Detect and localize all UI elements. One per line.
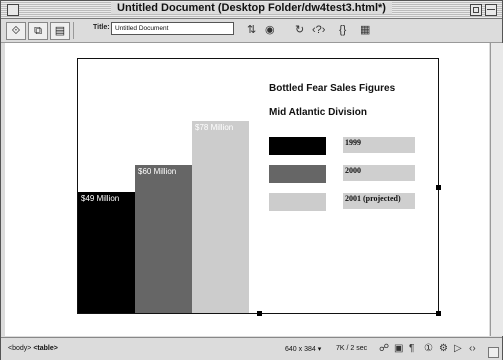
chart-table[interactable]: Bottled Fear Sales Figures Mid Atlantic … bbox=[77, 58, 441, 316]
title-bar[interactable]: Untitled Document (Desktop Folder/dw4tes… bbox=[1, 1, 502, 19]
table-resize-handle[interactable] bbox=[257, 311, 262, 316]
show-design-view-icon[interactable]: ▤ bbox=[50, 22, 70, 40]
document-toolbar: ⟐ ⧉ ▤ Title: ⇅ ◉ ↻ ‹?› {} ▦ bbox=[1, 19, 502, 43]
chart-bar-1999 bbox=[78, 192, 135, 313]
tag-body[interactable]: <body> bbox=[8, 345, 31, 352]
show-code-view-icon[interactable]: ⟐ bbox=[6, 22, 26, 40]
assets-icon[interactable]: ▣ bbox=[394, 342, 403, 356]
legend-label: 2000 bbox=[343, 165, 415, 181]
chart-bar-2001 bbox=[192, 121, 249, 313]
window-title: Untitled Document (Desktop Folder/dw4tes… bbox=[1, 2, 502, 14]
show-code-and-design-icon[interactable]: ⧉ bbox=[28, 22, 48, 40]
code-inspector-icon[interactable]: ‹› bbox=[469, 342, 476, 356]
document-window: Untitled Document (Desktop Folder/dw4tes… bbox=[0, 0, 503, 360]
code-navigation-icon[interactable]: {} bbox=[339, 23, 346, 37]
title-input[interactable] bbox=[111, 22, 234, 35]
legend-swatch bbox=[269, 165, 326, 183]
behaviors-icon[interactable]: ⚙ bbox=[439, 342, 448, 356]
bar-value-label: $78 Million bbox=[195, 123, 234, 132]
bar-value-label: $60 Million bbox=[138, 167, 177, 176]
history-icon[interactable]: ▷ bbox=[454, 342, 462, 356]
title-label: Title: bbox=[93, 24, 110, 31]
table-resize-handle[interactable] bbox=[436, 185, 441, 190]
collapse-box[interactable] bbox=[485, 4, 497, 16]
site-icon[interactable]: ☍ bbox=[379, 342, 389, 356]
vertical-scrollbar[interactable] bbox=[490, 43, 503, 336]
window-size-menu[interactable]: 640 x 384 ▾ bbox=[285, 345, 321, 353]
chart-title: Bottled Fear Sales Figures bbox=[269, 83, 396, 94]
css-styles-icon[interactable]: ① bbox=[424, 342, 433, 356]
reference-icon[interactable]: ‹?› bbox=[312, 23, 325, 37]
bar-value-label: $49 Million bbox=[81, 194, 120, 203]
download-time: 7K / 2 sec bbox=[336, 345, 368, 352]
legend-swatch bbox=[269, 193, 326, 211]
toolbar-divider bbox=[73, 22, 74, 39]
chart-subtitle: Mid Atlantic Division bbox=[269, 107, 367, 118]
chart-bar-2000 bbox=[135, 165, 192, 313]
tag-table[interactable]: <table> bbox=[33, 345, 58, 352]
tag-selector[interactable]: <body> <table> bbox=[8, 345, 58, 352]
preview-in-browser-icon[interactable]: ◉ bbox=[265, 23, 275, 37]
legend-swatch bbox=[269, 137, 326, 155]
view-options-icon[interactable]: ▦ bbox=[360, 23, 370, 37]
legend-label: 1999 bbox=[343, 137, 415, 153]
file-management-icon[interactable]: ⇅ bbox=[247, 23, 256, 37]
html-styles-icon[interactable]: ¶ bbox=[409, 342, 414, 356]
refresh-icon[interactable]: ↻ bbox=[295, 23, 304, 37]
table-resize-handle[interactable] bbox=[436, 311, 441, 316]
legend-label: 2001 (projected) bbox=[343, 193, 415, 209]
zoom-box[interactable] bbox=[470, 4, 482, 16]
resize-grip[interactable] bbox=[488, 347, 499, 358]
status-bar: <body> <table> 640 x 384 ▾ 7K / 2 sec ☍ … bbox=[1, 337, 502, 360]
